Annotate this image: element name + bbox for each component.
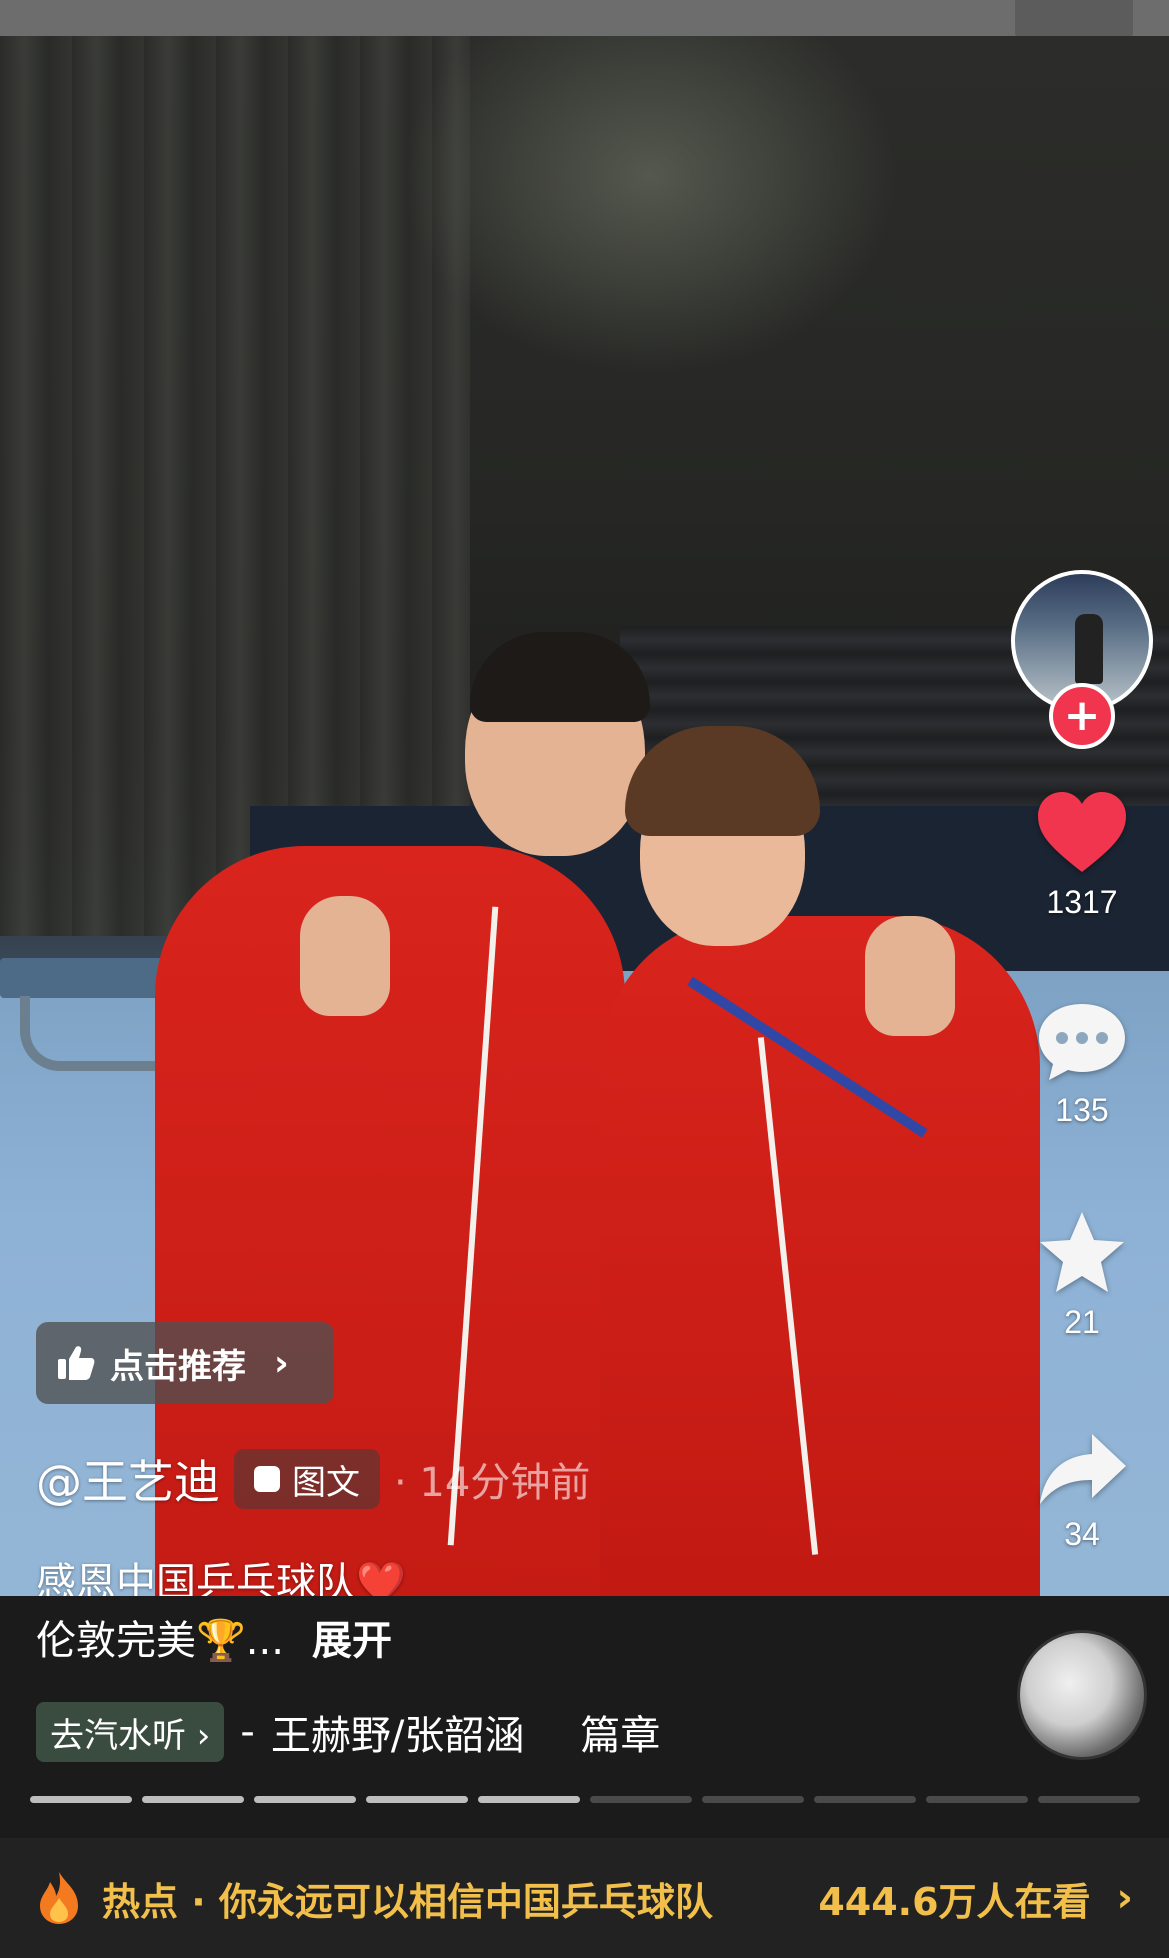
qishui-music-chip[interactable]: 去汽水听 ›	[36, 1702, 225, 1762]
music-artist[interactable]: 王赫野/张韶涵	[271, 1703, 524, 1761]
recommend-button[interactable]: 点击推荐 ›	[36, 1322, 334, 1404]
share-arrow-icon	[1040, 1434, 1126, 1504]
post-time: · 14分钟前	[394, 1460, 591, 1506]
hot-topic-bar[interactable]: 热点 · 你永远可以相信中国乒乓球队 444.6万人在看 ›	[0, 1838, 1169, 1958]
peace-sign-left	[300, 896, 390, 1016]
image-progress	[30, 1796, 1140, 1803]
progress-segment	[926, 1796, 1028, 1803]
spotlight	[400, 36, 900, 376]
hot-topic-viewers: 444.6万人在看	[818, 1879, 1091, 1924]
favorite-count: 21	[1064, 1304, 1100, 1340]
comment-count: 135	[1055, 1092, 1109, 1128]
person-right-body	[600, 916, 1040, 1596]
comment-icon	[1039, 1004, 1125, 1080]
progress-segment	[30, 1796, 132, 1803]
progress-segment	[478, 1796, 580, 1803]
follow-button[interactable]: +	[1049, 683, 1115, 749]
progress-segment	[366, 1796, 468, 1803]
hot-topic-title: 热点 · 你永远可以相信中国乒乓球队	[102, 1879, 713, 1924]
expand-button[interactable]: 展开	[312, 1608, 392, 1666]
progress-segment	[1038, 1796, 1140, 1803]
progress-segment	[814, 1796, 916, 1803]
post-type-label: 图文	[292, 1462, 360, 1503]
heart-icon	[1038, 792, 1126, 872]
share-count: 34	[1064, 1516, 1100, 1552]
share-action[interactable]: 34	[1025, 1428, 1139, 1553]
progress-segment	[590, 1796, 692, 1803]
progress-segment	[254, 1796, 356, 1803]
image-text-icon	[254, 1466, 280, 1492]
music-line: 去汽水听 › - 王赫野/张韶涵 篇章	[36, 1702, 660, 1762]
like-action[interactable]: 1317	[1025, 790, 1139, 921]
author-name[interactable]: @王艺迪	[36, 1446, 220, 1512]
status-bar	[0, 0, 1169, 42]
author-line: @王艺迪 图文 · 14分钟前	[36, 1446, 590, 1512]
music-disc[interactable]	[1017, 1630, 1147, 1760]
favorite-action[interactable]: 21	[1025, 1208, 1139, 1341]
music-separator: -	[240, 1709, 255, 1755]
post-type-tag: 图文	[234, 1449, 380, 1509]
chevron-right-icon: ›	[274, 1342, 289, 1384]
avatar-figure	[1075, 614, 1103, 684]
thumbs-up-icon	[58, 1346, 95, 1380]
progress-segment	[142, 1796, 244, 1803]
music-title[interactable]: 篇章	[580, 1703, 660, 1761]
chevron-right-icon: ›	[1116, 1875, 1133, 1921]
comment-action[interactable]: 135	[1025, 1000, 1139, 1129]
peace-sign-right	[865, 916, 955, 1036]
caption-line-2: 伦敦完美🏆...	[36, 1618, 284, 1664]
recommend-label: 点击推荐	[110, 1346, 246, 1387]
star-icon	[1040, 1212, 1124, 1292]
like-count: 1317	[1046, 884, 1118, 920]
fire-icon	[40, 1872, 78, 1924]
caption-line-2-row: 伦敦完美🏆... 展开	[36, 1608, 392, 1666]
progress-segment	[702, 1796, 804, 1803]
